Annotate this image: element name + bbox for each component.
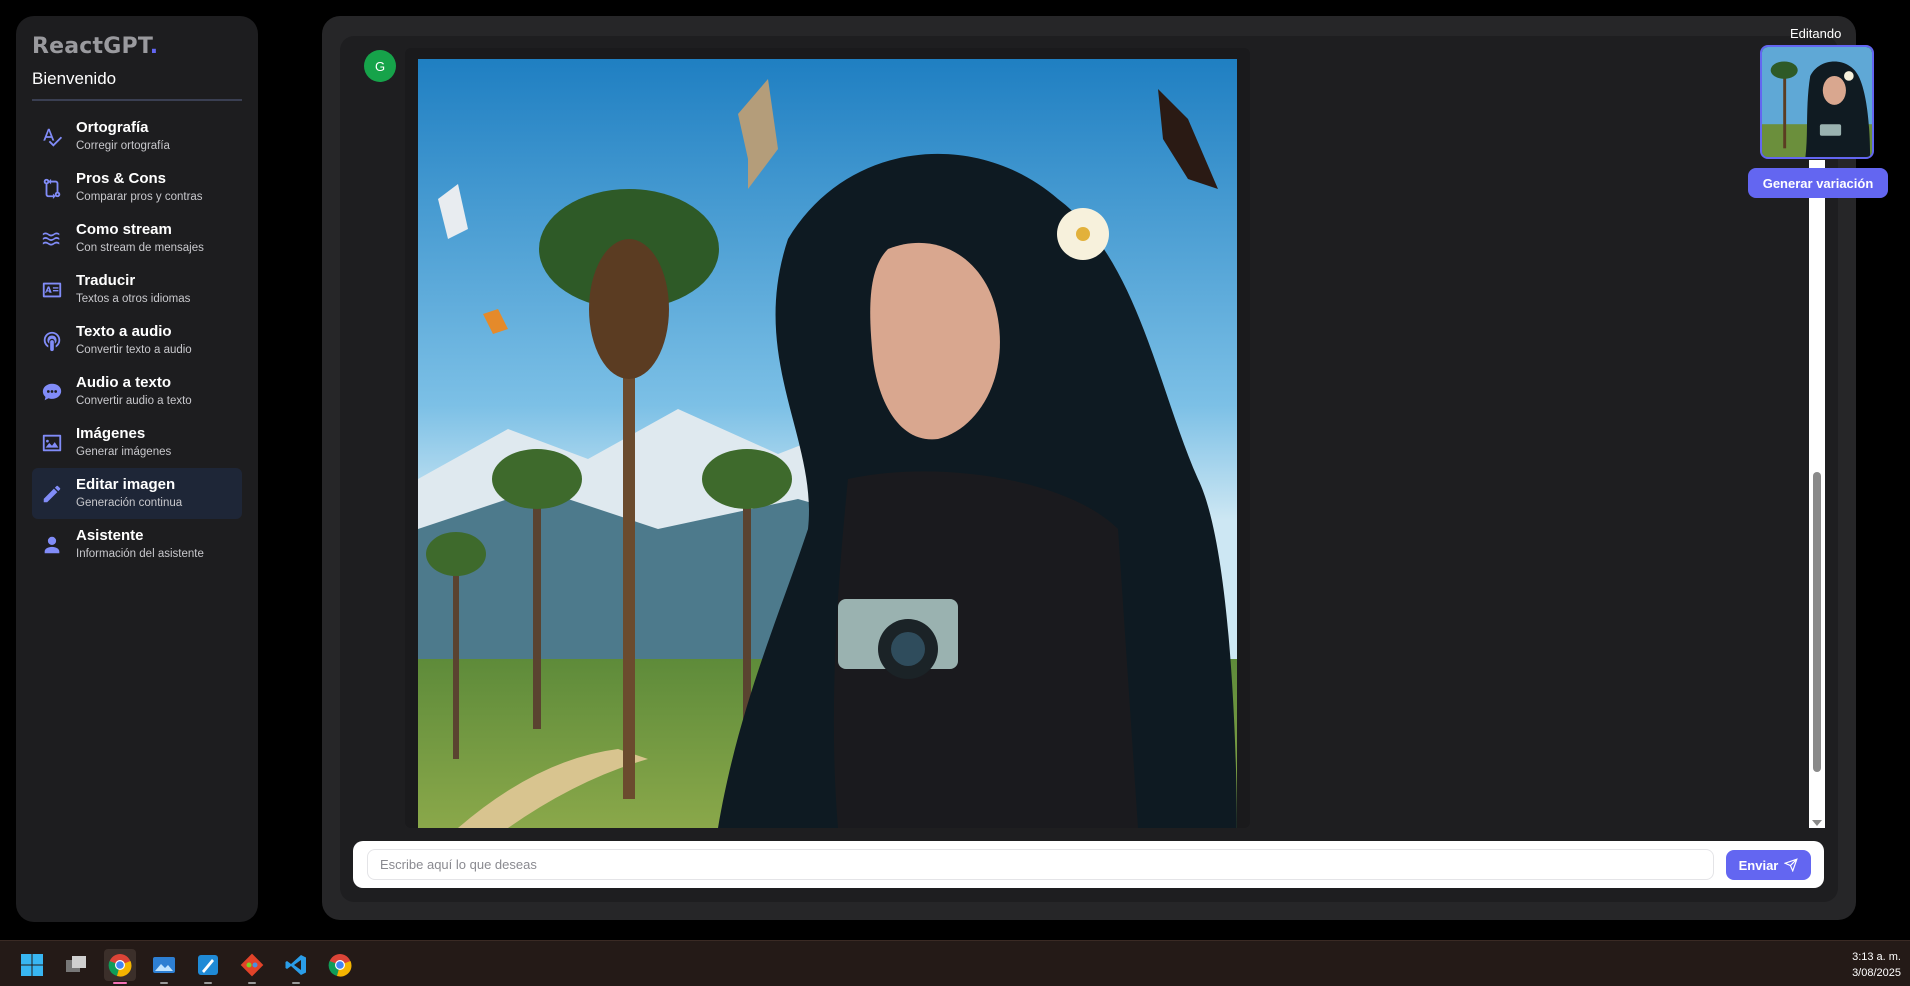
clock-time: 3:13 a. m. (1852, 951, 1901, 963)
chat-bubble-icon (36, 376, 68, 408)
sidebar-item-audio-texto[interactable]: Audio a texto Convertir audio a texto (32, 366, 242, 417)
open-indicator (292, 982, 300, 984)
generate-variation-button[interactable]: Generar variación (1748, 168, 1888, 198)
send-button[interactable]: Enviar (1726, 850, 1811, 880)
sidebar-item-subtitle: Con stream de mensajes (76, 242, 204, 254)
sidebar-item-subtitle: Convertir audio a texto (76, 395, 192, 407)
sidebar-item-pros-cons[interactable]: Pros & Cons Comparar pros y contras (32, 162, 242, 213)
sidebar-item-title: Texto a audio (76, 323, 172, 340)
sidebar-nav: Ortografía Corregir ortografía Pros & Con… (32, 111, 242, 570)
sidebar-item-subtitle: Generación continua (76, 497, 183, 509)
sidebar-item-subtitle: Corregir ortografía (76, 140, 170, 152)
image-icon (36, 427, 68, 459)
user-icon (36, 529, 68, 561)
chrome-icon[interactable] (324, 949, 356, 981)
active-indicator (113, 982, 127, 984)
sidebar-item-title: Asistente (76, 527, 144, 544)
sidebar-item-title: Pros & Cons (76, 170, 167, 187)
clock-date: 3/08/2025 (1852, 967, 1901, 979)
brand-logo: ReactGPT. (32, 34, 159, 59)
editing-label: Editando (1790, 26, 1842, 41)
sidebar: ReactGPT. Bienvenido Ortografía Corregir … (16, 16, 258, 922)
scroll-down-arrow-icon[interactable] (1812, 820, 1822, 826)
open-indicator (160, 982, 168, 984)
generated-image[interactable] (418, 59, 1237, 828)
system-clock[interactable]: 3:13 a. m. 3/08/2025 (1852, 949, 1901, 981)
compare-arrows-icon (36, 172, 68, 204)
sidebar-item-imagenes[interactable]: Imágenes Generar imágenes (32, 417, 242, 468)
paper-plane-icon (1784, 858, 1799, 872)
translate-card-icon (36, 274, 68, 306)
sidebar-item-title: Audio a texto (76, 374, 172, 391)
vscode-icon[interactable] (280, 949, 312, 984)
sidebar-item-ortografia[interactable]: Ortografía Corregir ortografía (32, 111, 242, 162)
sidebar-item-subtitle: Comparar pros y contras (76, 191, 203, 203)
sidebar-item-title: Como stream (76, 221, 172, 238)
photos-icon[interactable] (148, 949, 180, 984)
waves-icon (36, 223, 68, 255)
windows-taskbar: 3:13 a. m. 3/08/2025 (0, 940, 1910, 986)
sidebar-item-title: Editar imagen (76, 476, 176, 493)
pencil-icon (36, 478, 68, 510)
generated-image-graphic (418, 59, 1237, 828)
chrome-icon[interactable] (104, 949, 136, 984)
windows-start-icon[interactable] (16, 949, 48, 981)
sidebar-item-title: Traducir (76, 272, 136, 289)
sidebar-item-subtitle: Convertir texto a audio (76, 344, 192, 356)
send-button-label: Enviar (1738, 857, 1779, 873)
editing-image-thumbnail[interactable] (1760, 45, 1874, 159)
sidebar-item-title: Ortografía (76, 119, 149, 136)
sidebar-item-traducir[interactable]: Traducir Textos a otros idiomas (32, 264, 242, 315)
sidebar-item-asistente[interactable]: Asistente Información del asistente (32, 519, 242, 570)
git-icon[interactable] (236, 949, 268, 984)
spellcheck-icon (36, 121, 68, 153)
welcome-text: Bienvenido (32, 69, 242, 101)
task-view-icon[interactable] (60, 949, 92, 981)
paint-icon[interactable] (192, 949, 224, 984)
message-input-bar: Enviar (353, 841, 1824, 888)
podcast-icon (36, 325, 68, 357)
sidebar-item-editar-imagen[interactable]: Editar imagen Generación continua (32, 468, 242, 519)
open-indicator (204, 982, 212, 984)
scrollbar-thumb[interactable] (1813, 472, 1821, 772)
sidebar-item-subtitle: Información del asistente (76, 548, 204, 560)
sidebar-item-subtitle: Textos a otros idiomas (76, 293, 191, 305)
sidebar-item-texto-audio[interactable]: Texto a audio Convertir texto a audio (32, 315, 242, 366)
sidebar-item-title: Imágenes (76, 425, 146, 442)
sidebar-item-stream[interactable]: Como stream Con stream de mensajes (32, 213, 242, 264)
chat-scrollbar[interactable] (1809, 160, 1825, 828)
sidebar-item-subtitle: Generar imágenes (76, 446, 172, 458)
open-indicator (248, 982, 256, 984)
assistant-avatar: G (364, 50, 396, 82)
message-input[interactable] (367, 849, 1714, 880)
thumbnail-graphic (1762, 47, 1872, 157)
